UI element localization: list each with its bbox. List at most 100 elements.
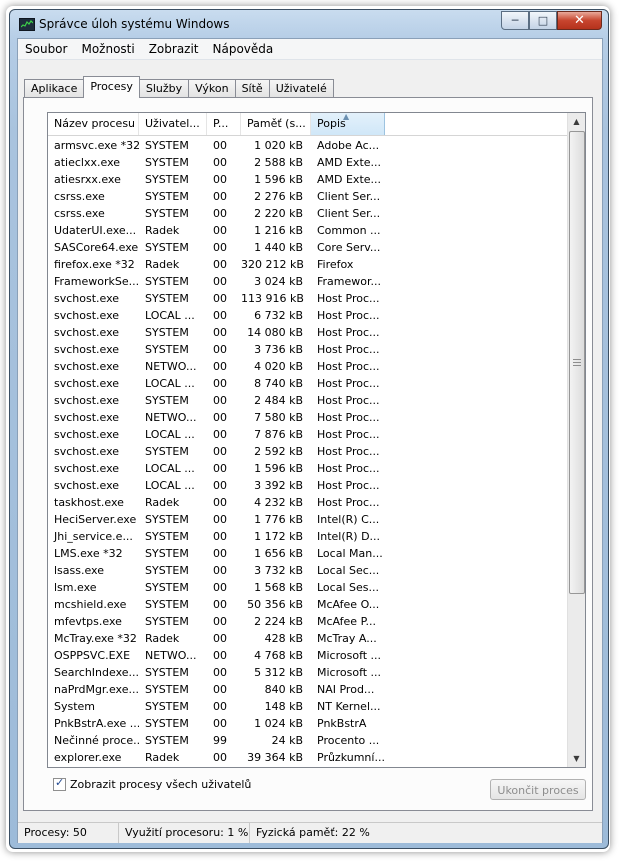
table-row[interactable]: armsvc.exe *32 SYSTEM 00 1 020 kB Adobe Ac..… bbox=[48, 137, 568, 154]
menu-moznosti[interactable]: Možnosti bbox=[74, 39, 141, 59]
menu-napoveda[interactable]: Nápověda bbox=[206, 39, 281, 59]
table-row[interactable]: mcshield.exe SYSTEM 00 50 356 kB McAfee O... bbox=[48, 596, 568, 613]
process-memory-cell: 2 224 kB bbox=[254, 615, 303, 628]
table-row[interactable]: svchost.exe LOCAL ... 00 1 596 kB Host Proc.… bbox=[48, 460, 568, 477]
process-description-cell: McTray A... bbox=[317, 632, 377, 645]
table-row[interactable]: svchost.exe SYSTEM 00 14 080 kB Host Proc... bbox=[48, 324, 568, 341]
table-row[interactable]: Jhi_service.e... SYSTEM 00 1 172 kB Intel(R)… bbox=[48, 528, 568, 545]
process-user-cell: SYSTEM bbox=[145, 275, 189, 288]
tab-sluzby[interactable]: Služby bbox=[138, 79, 190, 98]
table-row[interactable]: taskhost.exe Radek 00 4 232 kB Host Proc... bbox=[48, 494, 568, 511]
process-memory-cell: 840 kB bbox=[264, 683, 303, 696]
table-row[interactable]: svchost.exe NETWO... 00 7 580 kB Host Proc..… bbox=[48, 409, 568, 426]
column-header-cpu[interactable]: P... bbox=[207, 113, 241, 135]
process-cpu-cell: 00 bbox=[213, 377, 227, 390]
tab-procesy[interactable]: Procesy bbox=[83, 76, 140, 98]
process-rows: armsvc.exe *32 SYSTEM 00 1 020 kB Adobe Ac..… bbox=[48, 137, 568, 766]
process-name-cell: Jhi_service.e... bbox=[54, 530, 133, 543]
table-row[interactable]: naPrdMgr.exe... SYSTEM 00 840 kB NAI Prod... bbox=[48, 681, 568, 698]
process-name-cell: explorer.exe bbox=[54, 751, 122, 764]
process-user-cell: LOCAL ... bbox=[145, 479, 195, 492]
table-row[interactable]: svchost.exe LOCAL ... 00 6 732 kB Host Proc.… bbox=[48, 307, 568, 324]
process-user-cell: SYSTEM bbox=[145, 190, 189, 203]
table-row[interactable]: PnkBstrA.exe ... SYSTEM 00 1 024 kB PnkBstrA bbox=[48, 715, 568, 732]
table-row[interactable]: svchost.exe SYSTEM 00 2 592 kB Host Proc... bbox=[48, 443, 568, 460]
table-row[interactable]: svchost.exe NETWO... 00 4 020 kB Host Proc..… bbox=[48, 358, 568, 375]
vertical-scrollbar[interactable]: ▲ ▼ bbox=[567, 113, 585, 767]
process-user-cell: SYSTEM bbox=[145, 326, 189, 339]
menu-soubor[interactable]: Soubor bbox=[18, 39, 74, 59]
column-header-memory[interactable]: Paměť (s... bbox=[241, 113, 311, 135]
tab-vykon[interactable]: Výkon bbox=[188, 79, 236, 98]
process-memory-cell: 1 776 kB bbox=[254, 513, 303, 526]
maximize-icon: □ bbox=[537, 14, 549, 27]
minimize-button[interactable]: ─ bbox=[501, 11, 529, 30]
process-memory-cell: 3 024 kB bbox=[254, 275, 303, 288]
process-name-cell: mfevtps.exe bbox=[54, 615, 122, 628]
process-cpu-cell: 00 bbox=[213, 156, 227, 169]
process-memory-cell: 24 kB bbox=[271, 734, 303, 747]
table-row[interactable]: explorer.exe Radek 00 39 364 kB Průzkumní... bbox=[48, 749, 568, 766]
process-description-cell: Host Proc... bbox=[317, 377, 380, 390]
process-cpu-cell: 00 bbox=[213, 547, 227, 560]
title-bar[interactable]: Správce úloh systému Windows ─ □ ✕ bbox=[10, 10, 608, 38]
column-header-filler bbox=[385, 113, 568, 135]
table-row[interactable]: System SYSTEM 00 148 kB NT Kernel... bbox=[48, 698, 568, 715]
show-all-users-option[interactable]: ✓ Zobrazit procesy všech uživatelů bbox=[53, 776, 251, 791]
tab-strip: Aplikace Procesy Služby Výkon Sítě Uživa… bbox=[24, 76, 334, 98]
table-row[interactable]: McTray.exe *32 Radek 00 428 kB McTray A... bbox=[48, 630, 568, 647]
table-row[interactable]: SASCore64.exe SYSTEM 00 1 440 kB Core Serv..… bbox=[48, 239, 568, 256]
table-row[interactable]: UdaterUI.exe... Radek 00 1 216 kB Common ... bbox=[48, 222, 568, 239]
process-memory-cell: 428 kB bbox=[264, 632, 303, 645]
tab-uzivatele[interactable]: Uživatelé bbox=[268, 79, 334, 98]
scrollbar-thumb[interactable] bbox=[569, 131, 585, 594]
column-header-description[interactable]: ▲ Popis bbox=[311, 113, 385, 135]
process-cpu-cell: 00 bbox=[213, 564, 227, 577]
process-cpu-cell: 00 bbox=[213, 190, 227, 203]
table-row[interactable]: mfevtps.exe SYSTEM 00 2 224 kB McAfee P... bbox=[48, 613, 568, 630]
status-bar: Procesy: 50 Využití procesoru: 1 % Fyzic… bbox=[18, 822, 602, 843]
scroll-up-arrow-icon[interactable]: ▲ bbox=[568, 113, 585, 130]
table-row[interactable]: firefox.exe *32 Radek 00 320 212 kB Firefox bbox=[48, 256, 568, 273]
table-row[interactable]: svchost.exe SYSTEM 00 113 916 kB Host Proc..… bbox=[48, 290, 568, 307]
table-row[interactable]: svchost.exe SYSTEM 00 2 484 kB Host Proc... bbox=[48, 392, 568, 409]
table-row[interactable]: LMS.exe *32 SYSTEM 00 1 656 kB Local Man... bbox=[48, 545, 568, 562]
table-row[interactable]: FrameworkSe... SYSTEM 00 3 024 kB Framewor..… bbox=[48, 273, 568, 290]
checkmark-icon: ✓ bbox=[55, 776, 65, 789]
table-row[interactable]: HeciServer.exe SYSTEM 00 1 776 kB Intel(R) C… bbox=[48, 511, 568, 528]
table-row[interactable]: csrss.exe SYSTEM 00 2 220 kB Client Ser... bbox=[48, 205, 568, 222]
process-memory-cell: 4 020 kB bbox=[254, 360, 303, 373]
menu-zobrazit[interactable]: Zobrazit bbox=[142, 39, 206, 59]
process-name-cell: SASCore64.exe bbox=[54, 241, 139, 254]
process-description-cell: Host Proc... bbox=[317, 479, 380, 492]
table-row[interactable]: OSPPSVC.EXE NETWO... 00 4 768 kB Microsoft .… bbox=[48, 647, 568, 664]
process-memory-cell: 1 568 kB bbox=[254, 581, 303, 594]
table-row[interactable]: lsm.exe SYSTEM 00 1 568 kB Local Ses... bbox=[48, 579, 568, 596]
table-row[interactable]: svchost.exe LOCAL ... 00 8 740 kB Host Proc.… bbox=[48, 375, 568, 392]
show-all-users-checkbox[interactable]: ✓ bbox=[53, 776, 66, 791]
table-row[interactable]: SearchIndexe... SYSTEM 00 5 312 kB Microsoft… bbox=[48, 664, 568, 681]
column-header-name[interactable]: Název procesu bbox=[48, 113, 139, 135]
table-row[interactable]: atieclxx.exe SYSTEM 00 2 588 kB AMD Exte... bbox=[48, 154, 568, 171]
table-row[interactable]: Nečinné proce... SYSTEM 99 24 kB Procento ..… bbox=[48, 732, 568, 749]
maximize-button[interactable]: □ bbox=[529, 11, 557, 30]
close-button[interactable]: ✕ bbox=[557, 11, 602, 30]
table-row[interactable]: lsass.exe SYSTEM 00 3 732 kB Local Sec... bbox=[48, 562, 568, 579]
end-process-button[interactable]: Ukončit proces bbox=[490, 779, 586, 800]
process-user-cell: NETWO... bbox=[145, 360, 197, 373]
process-memory-cell: 1 596 kB bbox=[254, 173, 303, 186]
table-row[interactable]: svchost.exe LOCAL ... 00 7 876 kB Host Proc.… bbox=[48, 426, 568, 443]
table-row[interactable]: svchost.exe LOCAL ... 00 3 392 kB Host Proc.… bbox=[48, 477, 568, 494]
tab-aplikace[interactable]: Aplikace bbox=[24, 79, 85, 98]
process-list[interactable]: Název procesu Uživatel... P... Paměť (s.… bbox=[47, 112, 586, 768]
process-cpu-cell: 00 bbox=[213, 717, 227, 730]
process-memory-cell: 1 024 kB bbox=[254, 717, 303, 730]
table-row[interactable]: atiesrxx.exe SYSTEM 00 1 596 kB AMD Exte... bbox=[48, 171, 568, 188]
process-description-cell: Průzkumní... bbox=[317, 751, 385, 764]
status-processes: Procesy: 50 bbox=[18, 823, 119, 843]
table-row[interactable]: csrss.exe SYSTEM 00 2 276 kB Client Ser... bbox=[48, 188, 568, 205]
column-header-user[interactable]: Uživatel... bbox=[139, 113, 207, 135]
scroll-down-arrow-icon[interactable]: ▼ bbox=[568, 750, 585, 767]
table-row[interactable]: svchost.exe SYSTEM 00 3 736 kB Host Proc... bbox=[48, 341, 568, 358]
tab-site[interactable]: Sítě bbox=[234, 79, 270, 98]
